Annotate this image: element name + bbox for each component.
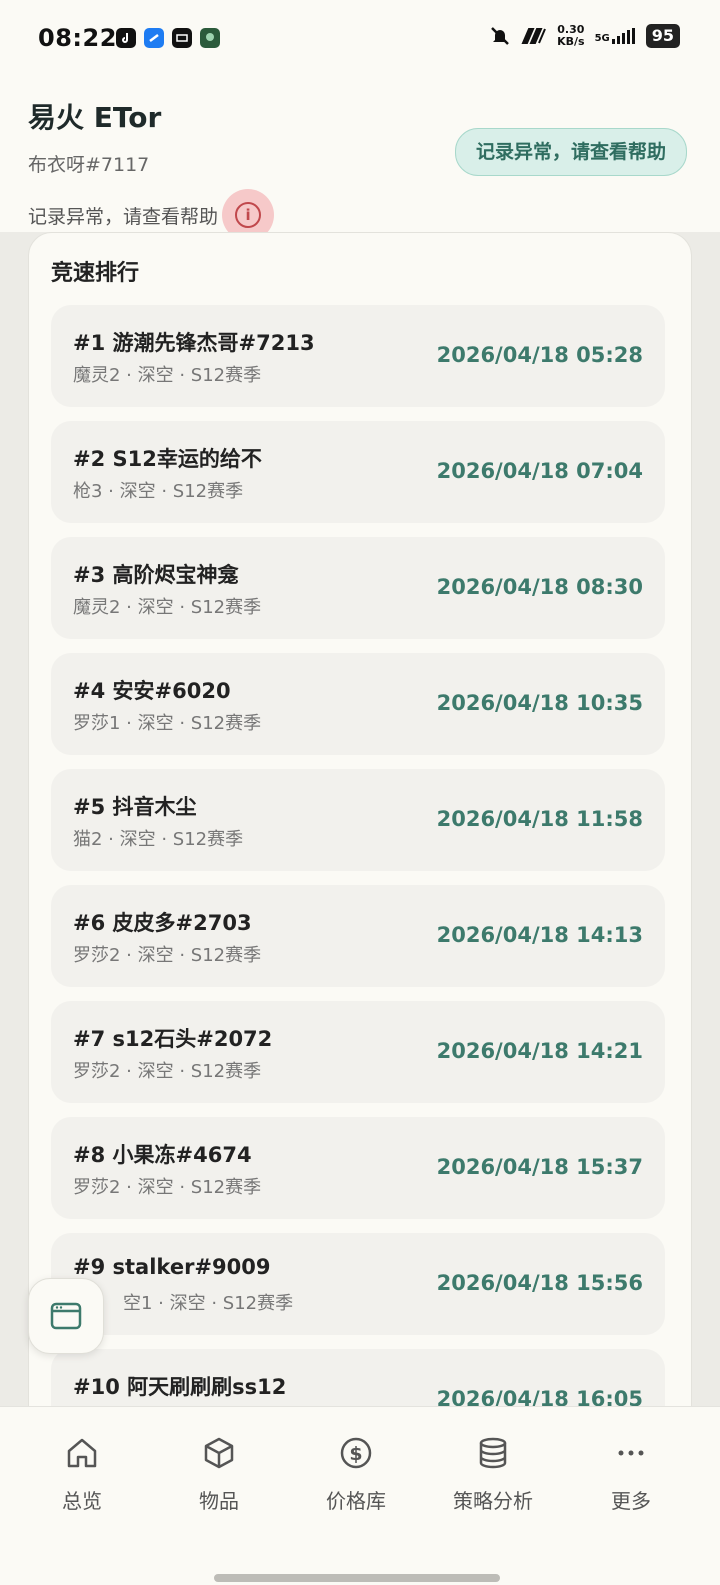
status-app-icons [116,28,220,48]
ranking-item-time: 2026/04/18 07:04 [436,459,643,483]
ranking-item-sub: 罗莎2 · 深空 · S12赛季 [73,945,262,966]
nav-label: 更多 [611,1489,651,1513]
nav-item-overview[interactable]: 总览 [12,1433,152,1514]
ranking-item-name: #6 皮皮多#2703 [73,911,252,935]
ranking-item-name: #7 s12石头#2072 [73,1027,273,1051]
ranking-title: 竞速排行 [51,261,140,286]
ranking-item-name: #9 stalker#9009 [73,1255,271,1279]
ranking-item-sub: 猫2 · 深空 · S12赛季 [73,829,244,850]
ranking-panel: 竞速排行 #1 游潮先锋杰哥#7213 魔灵2 · 深空 · S12赛季 202… [28,232,692,1432]
signal-bars-icon [611,28,635,44]
ranking-item-name: #5 抖音木尘 [73,795,197,819]
nav-item-strategy[interactable]: 策略分析 [423,1433,563,1514]
record-status-text: 记录异常，请查看帮助 [28,205,219,228]
ranking-item-sub: 枪3 · 深空 · S12赛季 [73,481,244,502]
nav-item-price-library[interactable]: $ 价格库 [286,1433,426,1514]
user-tag: 布衣呀#7117 [28,154,150,176]
more-icon [561,1433,701,1473]
home-indicator[interactable] [214,1574,500,1582]
ranking-item-time: 2026/04/18 15:56 [436,1271,643,1295]
ranking-item[interactable]: #7 s12石头#2072 罗莎2 · 深空 · S12赛季 2026/04/1… [51,1001,665,1103]
ranking-item-name: #8 小果冻#4674 [73,1143,252,1167]
battery-indicator: 95 [645,24,680,48]
ranking-item[interactable]: #8 小果冻#4674 罗莎2 · 深空 · S12赛季 2026/04/18 … [51,1117,665,1219]
ranking-item-sub: 罗莎2 · 深空 · S12赛季 [73,1061,262,1082]
status-right: 0.30 KB/s 5G 95 [489,24,680,48]
ranking-item-time: 2026/04/18 05:28 [436,343,643,367]
ranking-item[interactable]: #3 高阶烬宝神龛 魔灵2 · 深空 · S12赛季 2026/04/18 08… [51,537,665,639]
ranking-item-time: 2026/04/18 11:58 [436,807,643,831]
ranking-item[interactable]: #1 游潮先锋杰哥#7213 魔灵2 · 深空 · S12赛季 2026/04/… [51,305,665,407]
ranking-item-name: #1 游潮先锋杰哥#7213 [73,331,315,355]
nav-item-more[interactable]: 更多 [561,1433,701,1514]
signal-group: 5G [595,28,636,44]
ranking-item-name: #10 阿天刷刷刷ss12 [73,1375,287,1399]
svg-text:$: $ [349,1443,362,1465]
nav-label: 物品 [199,1489,239,1513]
record-help-button[interactable]: 记录异常，请查看帮助 [454,128,687,176]
ranking-item-sub: 罗莎1 · 深空 · S12赛季 [73,713,262,734]
ranking-item[interactable]: #2 S12幸运的给不 枪3 · 深空 · S12赛季 2026/04/18 0… [51,421,665,523]
floating-window-button[interactable] [28,1278,104,1354]
nav-label: 策略分析 [453,1489,533,1513]
dollar-icon: $ [286,1433,426,1473]
speed-unit: KB/s [557,35,585,48]
ranking-item-sub: 罗莎2 · 深空 · S12赛季 [73,1177,262,1198]
status-bar: 08:22 0.30 KB/s 5G 95 [0,0,720,80]
ranking-item-time: 2026/04/18 14:21 [436,1039,643,1063]
ranking-item-name: #4 安安#6020 [73,679,231,703]
info-icon: i [235,202,262,228]
bell-muted-icon [491,27,509,45]
database-icon [423,1433,563,1473]
window-icon [50,1302,82,1330]
ranking-item-name: #2 S12幸运的给不 [73,447,262,471]
ranking-item[interactable]: #6 皮皮多#2703 罗莎2 · 深空 · S12赛季 2026/04/18 … [51,885,665,987]
box-icon [149,1433,289,1473]
ranking-list: #1 游潮先锋杰哥#7213 魔灵2 · 深空 · S12赛季 2026/04/… [51,305,665,1431]
ranking-item[interactable]: #9 stalker#9009 空1 · 深空 · S12赛季 2026/04/… [51,1233,665,1335]
nav-item-items[interactable]: 物品 [149,1433,289,1514]
avatar-notification-icon [200,28,220,48]
nav-label: 总览 [62,1489,102,1513]
ranking-item[interactable]: #4 安安#6020 罗莎1 · 深空 · S12赛季 2026/04/18 1… [51,653,665,755]
page-header: 易火 ETor 布衣呀#7117 记录异常，请查看帮助 i [28,96,275,241]
home-icon [12,1433,152,1473]
app-title: 易火 ETor [28,101,162,134]
app-notification-icon [144,28,164,48]
ranking-item-time: 2026/04/18 10:35 [436,691,643,715]
nav-label: 价格库 [326,1489,386,1513]
ranking-item-sub: 魔灵2 · 深空 · S12赛季 [73,597,262,618]
network-type: 5G [594,33,610,44]
ranking-item-time: 2026/04/18 14:13 [436,923,643,947]
app-notification-icon [172,28,192,48]
hd-signal-icon [521,28,546,44]
bottom-nav: 总览 物品 $ 价格库 策略分析 更多 [0,1406,720,1585]
ranking-item-sub: 魔灵2 · 深空 · S12赛季 [73,365,262,386]
ranking-item-sub: 空1 · 深空 · S12赛季 [123,1293,294,1314]
ranking-item-time: 2026/04/18 15:37 [436,1155,643,1179]
ranking-item-name: #3 高阶烬宝神龛 [73,563,239,587]
ranking-item[interactable]: #5 抖音木尘 猫2 · 深空 · S12赛季 2026/04/18 11:58 [51,769,665,871]
ranking-item-time: 2026/04/18 08:30 [436,575,643,599]
network-speed: 0.30 KB/s [557,24,584,48]
tiktok-icon [116,28,136,48]
status-time: 08:22 [38,24,117,52]
